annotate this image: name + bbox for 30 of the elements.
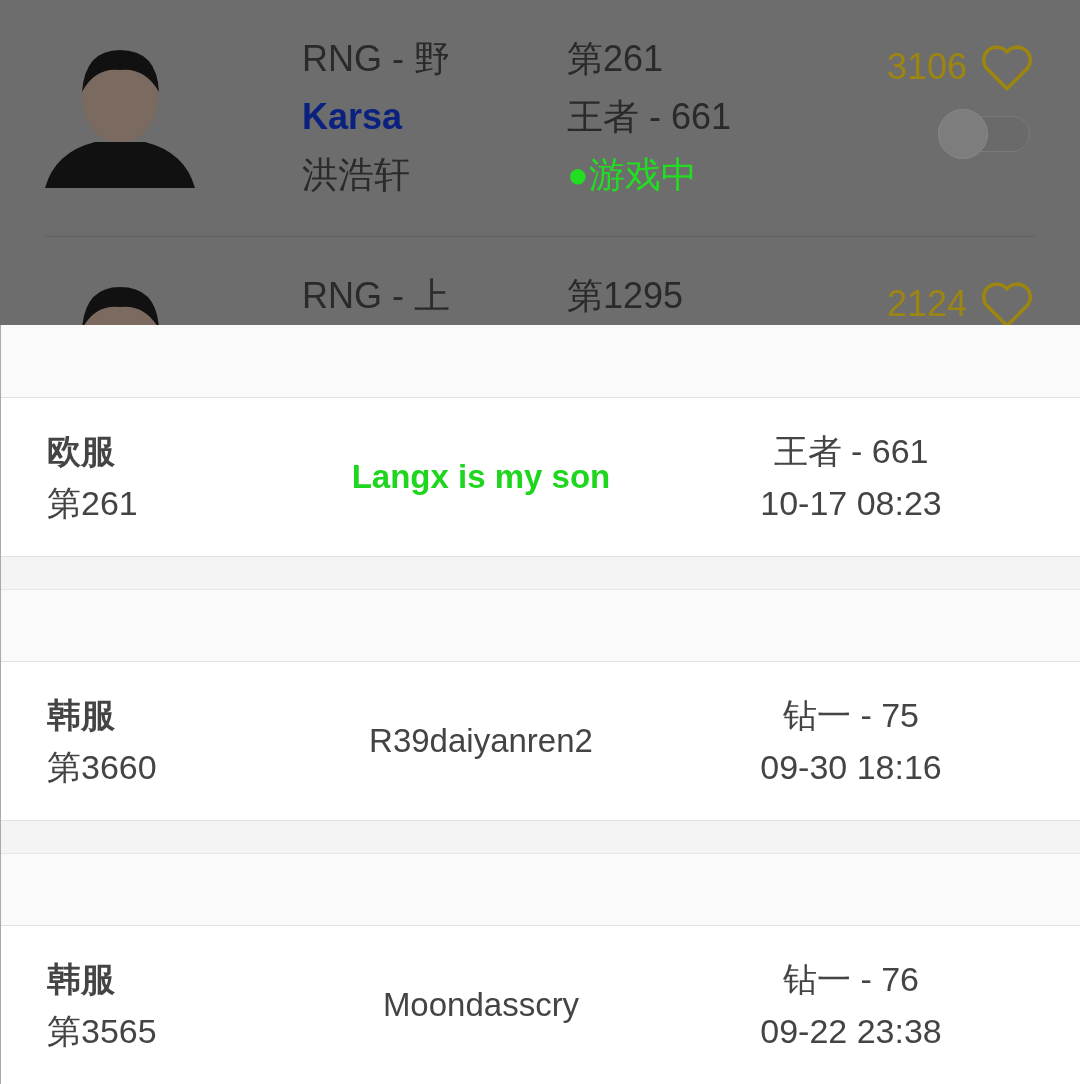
player-name: Karsa: [302, 95, 404, 139]
like-count: 2124: [886, 282, 967, 325]
timestamp: 10-17 08:23: [760, 483, 942, 524]
account-name: Moondasscry: [382, 986, 580, 1024]
server-name: 韩服: [47, 695, 116, 736]
like-count: 3106: [886, 45, 967, 89]
team-role: RNG - 上: [302, 274, 451, 318]
server-rank: 第3660: [47, 747, 158, 788]
rank: 第1295: [567, 274, 685, 318]
server-name: 欧服: [47, 431, 116, 472]
team-role: RNG - 野: [302, 37, 451, 81]
server-rank: 第3565: [47, 1011, 158, 1052]
account-row[interactable]: 欧服 第261 Langx is my son 王者 - 661 10-17 08:23: [1, 397, 1080, 557]
account-row[interactable]: 韩服 第3660 R39daiyanren2 钻一 - 75 09-30 18:16: [1, 661, 1080, 821]
server-name: 韩服: [47, 959, 116, 1000]
server-rank: 第261: [47, 483, 139, 524]
tier-label: 钻一 - 75: [782, 695, 919, 736]
real-name: 洪浩轩: [302, 153, 411, 197]
heart-icon[interactable]: [979, 280, 1035, 325]
timestamp: 09-22 23:38: [760, 1011, 942, 1052]
tier-label: 钻一 - 76: [782, 959, 919, 1000]
status-text: ●游戏中: [567, 153, 698, 197]
heart-icon[interactable]: [979, 43, 1035, 91]
account-name: Langx is my son: [351, 458, 611, 496]
timestamp: 09-30 18:16: [760, 747, 942, 788]
tier-label: 王者 - 661: [773, 431, 929, 472]
account-name: R39daiyanren2: [369, 722, 593, 760]
tier-label: 王者 - 661: [567, 95, 733, 139]
toggle-switch[interactable]: [938, 108, 1030, 160]
rank: 第261: [567, 37, 665, 81]
